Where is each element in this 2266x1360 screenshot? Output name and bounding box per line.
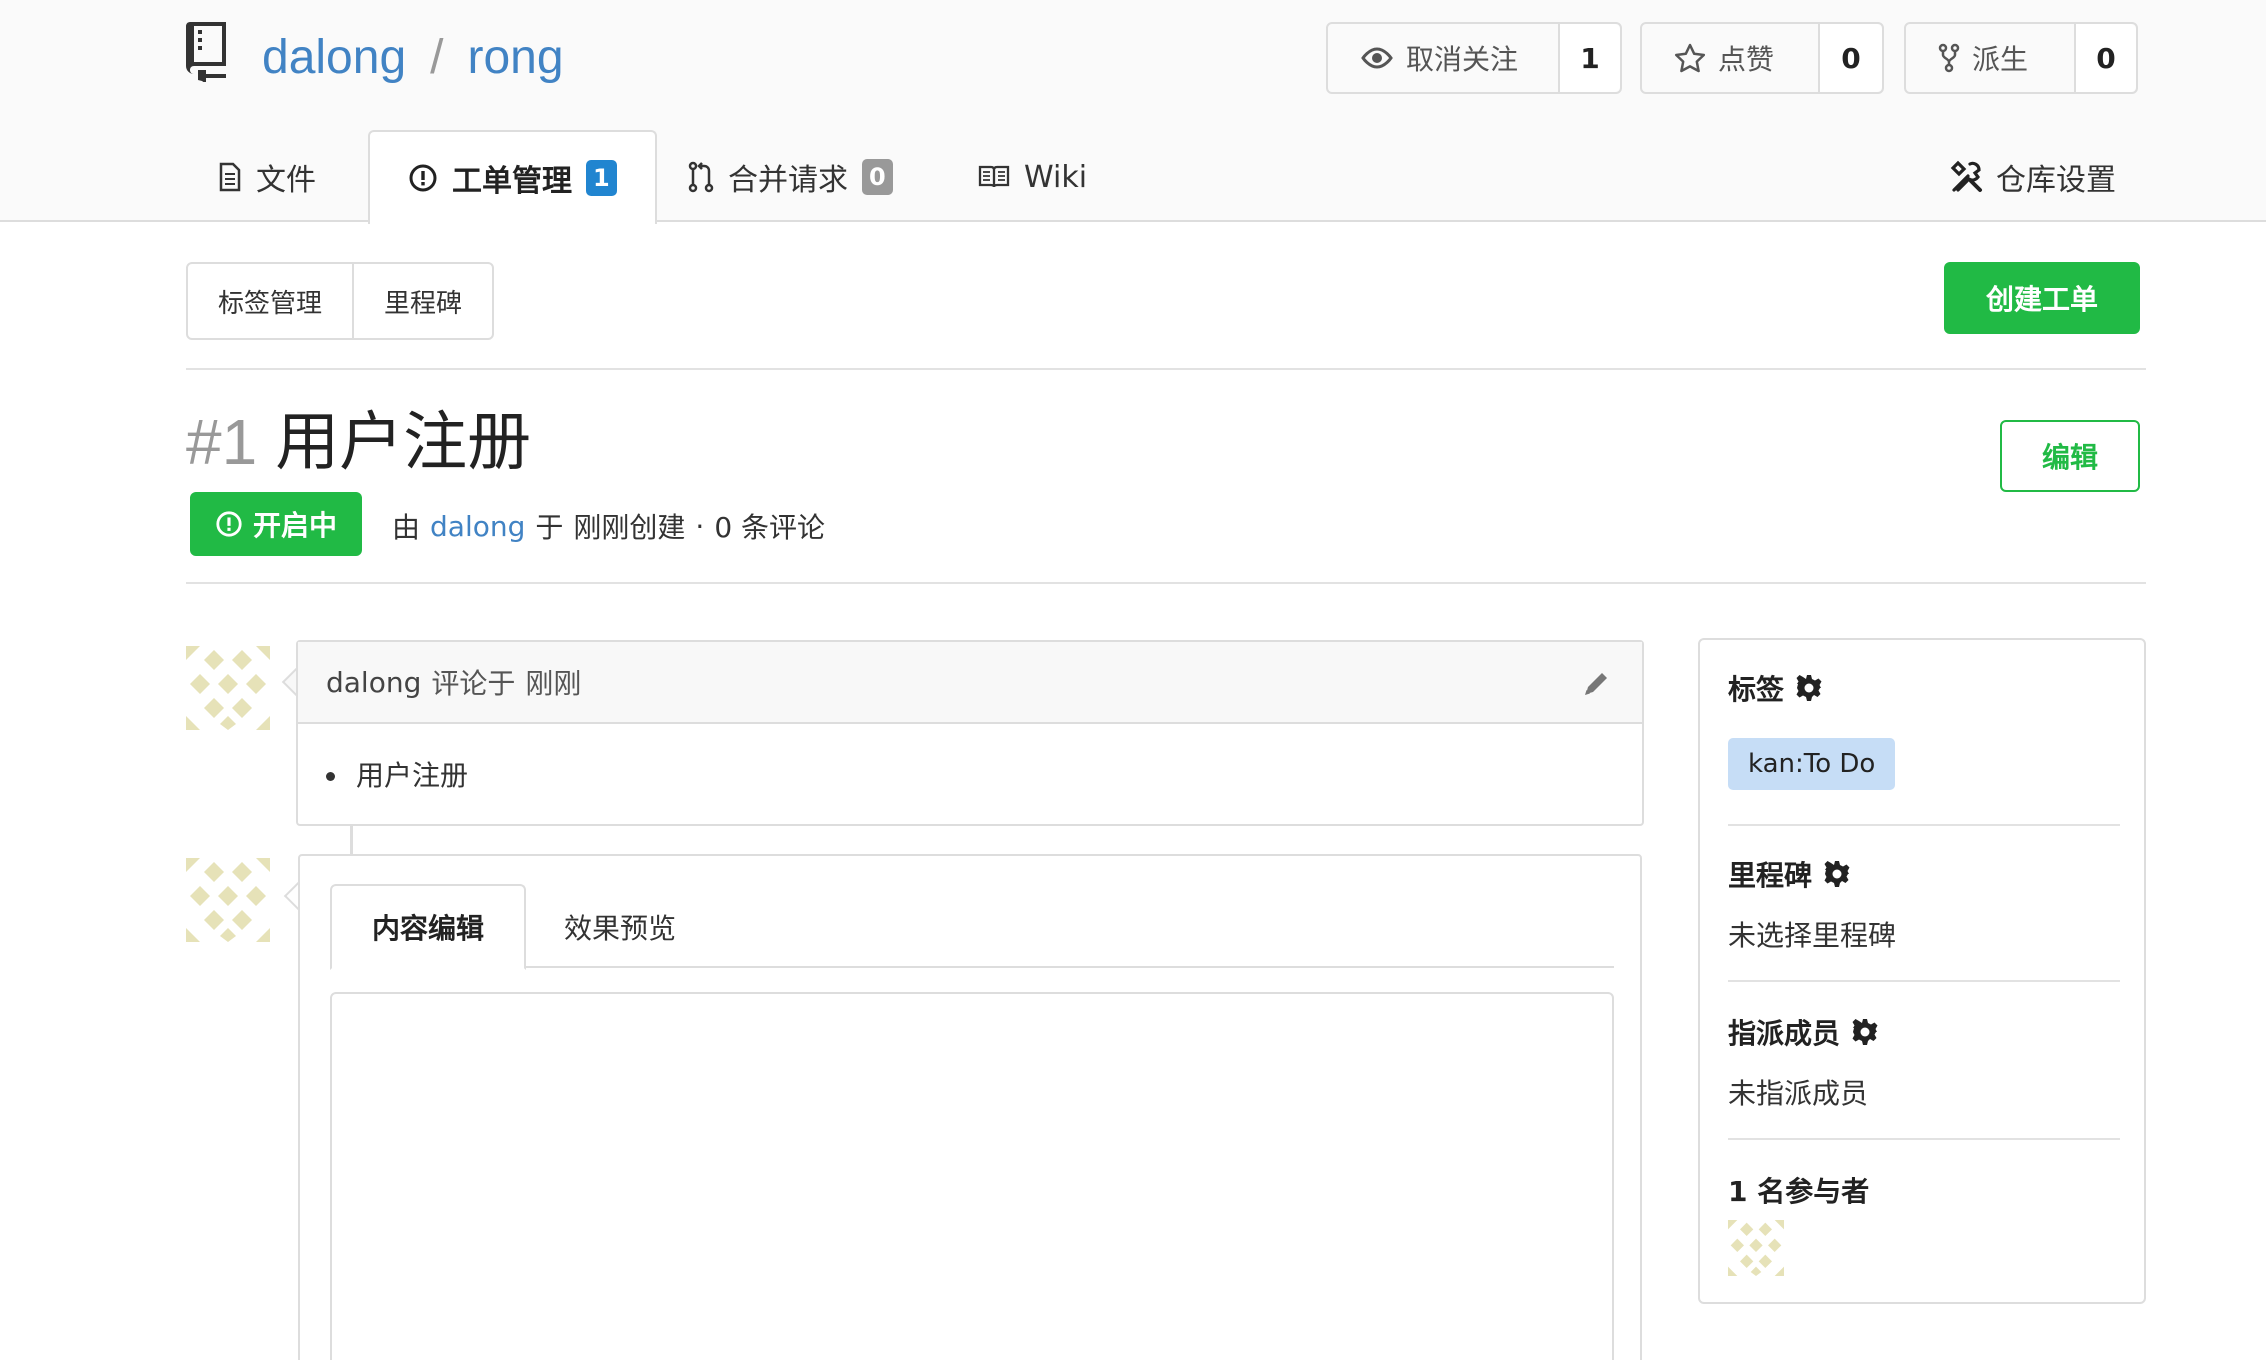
- label-chip[interactable]: kan:To Do: [1728, 738, 1896, 790]
- issues-count-badge: 1: [586, 160, 617, 196]
- labels-title: 标签: [1728, 668, 2120, 708]
- issue-opened-icon: [216, 511, 242, 537]
- gear-icon[interactable]: [1850, 1017, 1880, 1047]
- repo-header: dalong / rong 取消关注 1 点赞 0 派生 0 文件 工单管理 1…: [0, 0, 2266, 224]
- meta-dot: ·: [695, 509, 705, 543]
- repo-name-link[interactable]: rong: [467, 31, 563, 84]
- gear-icon[interactable]: [1822, 859, 1852, 889]
- issue-opened-icon: [409, 164, 437, 192]
- timeline-line: [350, 826, 353, 854]
- create-issue-button[interactable]: 创建工单: [1944, 262, 2140, 334]
- issue-sidebar: 标签 kan:To Do 里程碑 未选择里程碑 指派成员 未指派成员 1 名参与…: [1698, 638, 2146, 1304]
- tab-pull-requests[interactable]: 合并请求 0: [650, 130, 931, 224]
- comment-action: 评论于: [431, 667, 516, 700]
- meta-at: 于: [535, 511, 564, 544]
- tab-issues-label: 工单管理: [452, 164, 572, 199]
- issue-title: #1 用户注册: [186, 402, 531, 482]
- milestone-section: 里程碑 未选择里程碑: [1728, 854, 2120, 954]
- star-icon: [1674, 43, 1706, 73]
- milestone-title-text: 里程碑: [1728, 859, 1813, 892]
- comment-form: 内容编辑 效果预览: [298, 854, 1642, 1360]
- tab-wiki[interactable]: Wiki: [940, 130, 1125, 224]
- assignees-title: 指派成员: [1728, 1012, 2120, 1052]
- comment-body: 用户注册: [298, 724, 1642, 794]
- issue-title-text: 用户注册: [275, 406, 532, 478]
- status-text: 开启中: [252, 509, 337, 542]
- milestones-link[interactable]: 里程碑: [352, 264, 492, 338]
- repo-separator: /: [430, 31, 444, 84]
- tab-files[interactable]: 文件: [180, 130, 354, 224]
- tab-write[interactable]: 内容编辑: [330, 884, 527, 970]
- tools-icon: [1950, 160, 1982, 192]
- labels-title-text: 标签: [1728, 673, 1785, 706]
- star-label: 点赞: [1718, 43, 1775, 76]
- pulls-count-badge: 0: [862, 159, 893, 195]
- star-count[interactable]: 0: [1820, 24, 1882, 92]
- watch-count[interactable]: 1: [1560, 24, 1620, 92]
- comment-header: dalong 评论于 刚刚: [298, 642, 1642, 724]
- issue-author-link[interactable]: dalong: [430, 510, 525, 543]
- issue-sub-nav: 标签管理 里程碑: [186, 262, 495, 340]
- assignees-title-text: 指派成员: [1728, 1017, 1841, 1050]
- meta-by: 由: [392, 511, 421, 544]
- fork-button-group: 派生 0: [1904, 22, 2138, 94]
- assignees-value: 未指派成员: [1728, 1077, 1869, 1110]
- watch-button-group: 取消关注 1: [1326, 22, 1622, 94]
- tab-files-label: 文件: [256, 163, 316, 198]
- participant-avatar[interactable]: [1728, 1220, 1784, 1276]
- milestone-value: 未选择里程碑: [1728, 919, 1897, 952]
- fork-label: 派生: [1972, 43, 2029, 76]
- fork-icon: [1938, 43, 1960, 73]
- watch-label: 取消关注: [1406, 43, 1519, 76]
- labels-link[interactable]: 标签管理: [188, 264, 352, 338]
- fork-count[interactable]: 0: [2076, 24, 2136, 92]
- tab-settings-label: 仓库设置: [1996, 163, 2116, 198]
- pull-request-icon: [688, 161, 714, 193]
- book-icon: [978, 165, 1010, 188]
- comment-author-link[interactable]: dalong: [326, 666, 421, 699]
- sidebar-divider: [1728, 980, 2120, 982]
- tab-preview[interactable]: 效果预览: [524, 884, 716, 970]
- fork-button[interactable]: 派生: [1906, 24, 2076, 92]
- meta-comments: 0 条评论: [714, 511, 826, 544]
- tab-issues[interactable]: 工单管理 1: [368, 130, 657, 224]
- labels-section: 标签 kan:To Do: [1728, 668, 2120, 790]
- comment-time: 刚刚: [525, 667, 582, 700]
- tab-settings[interactable]: 仓库设置: [1950, 152, 2116, 202]
- meta-time: 刚刚创建: [573, 511, 686, 544]
- title-divider: [186, 582, 2146, 584]
- pencil-icon[interactable]: [1582, 668, 1612, 698]
- star-button-group: 点赞 0: [1640, 22, 1884, 94]
- repo-title: dalong / rong: [262, 26, 564, 90]
- avatar[interactable]: [186, 858, 270, 942]
- watch-button[interactable]: 取消关注: [1328, 24, 1560, 92]
- participants-title: 1 名参与者: [1728, 1175, 1870, 1208]
- sidebar-divider: [1728, 1138, 2120, 1140]
- issue-meta: 由 dalong 于 刚刚创建 · 0 条评论: [392, 506, 825, 546]
- repo-owner-link[interactable]: dalong: [262, 31, 406, 84]
- top-divider: [186, 368, 2146, 370]
- star-button[interactable]: 点赞: [1642, 24, 1820, 92]
- comment-list-item: 用户注册: [350, 754, 1642, 794]
- avatar[interactable]: [186, 646, 270, 730]
- comment-textarea[interactable]: [330, 992, 1614, 1360]
- sidebar-divider: [1728, 824, 2120, 826]
- tab-pull-requests-label: 合并请求: [728, 163, 848, 198]
- repo-book-icon: [186, 22, 226, 82]
- gear-icon[interactable]: [1794, 673, 1824, 703]
- status-badge: 开启中: [190, 492, 362, 556]
- issue-index: #1: [186, 406, 258, 478]
- file-icon: [219, 162, 241, 192]
- milestone-title: 里程碑: [1728, 854, 2120, 894]
- participants-section: 1 名参与者: [1728, 1170, 2120, 1210]
- edit-title-button[interactable]: 编辑: [2000, 420, 2140, 492]
- editor-tabs: 内容编辑 效果预览: [330, 884, 1614, 970]
- tab-wiki-label: Wiki: [1024, 159, 1088, 195]
- eye-icon: [1361, 47, 1393, 69]
- assignees-section: 指派成员 未指派成员: [1728, 1012, 2120, 1112]
- comment-box: dalong 评论于 刚刚 用户注册: [296, 640, 1644, 826]
